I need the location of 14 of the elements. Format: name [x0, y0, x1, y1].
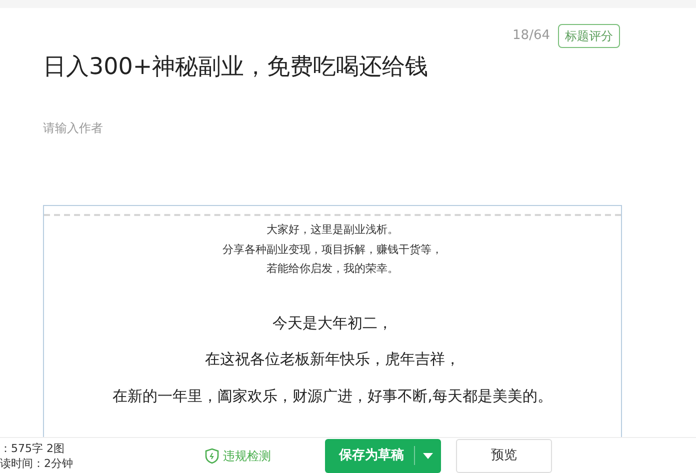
article-stat: ：575字 2图: [0, 440, 66, 456]
preview-button[interactable]: 预览: [456, 438, 552, 472]
paragraph: 今天是大年初二，: [272, 312, 392, 334]
author-field[interactable]: 请输入作者: [43, 118, 343, 136]
shield-icon: [205, 448, 219, 464]
paragraph: 在新的一年里，阖家欢乐，财源广进，好事不断,每天都是美美的。: [112, 386, 552, 406]
intro-line: 大家好，这里是副业浅析。: [266, 222, 398, 238]
article-stat: 读时间：2分钟: [0, 456, 74, 470]
paragraph: 在这祝各位老板新年快乐，虎年吉祥，: [205, 349, 460, 370]
character-count: 18/64: [512, 27, 550, 46]
caret-icon: [423, 452, 433, 458]
intro-line: 分享各种副业变现，项目拆解，赚钱干货等，: [222, 242, 442, 258]
intro-line: 若能给你启发，我的荣幸。: [266, 261, 398, 277]
article-title[interactable]: 日入300+神秘副业，免费吃喝还给钱: [43, 50, 696, 84]
